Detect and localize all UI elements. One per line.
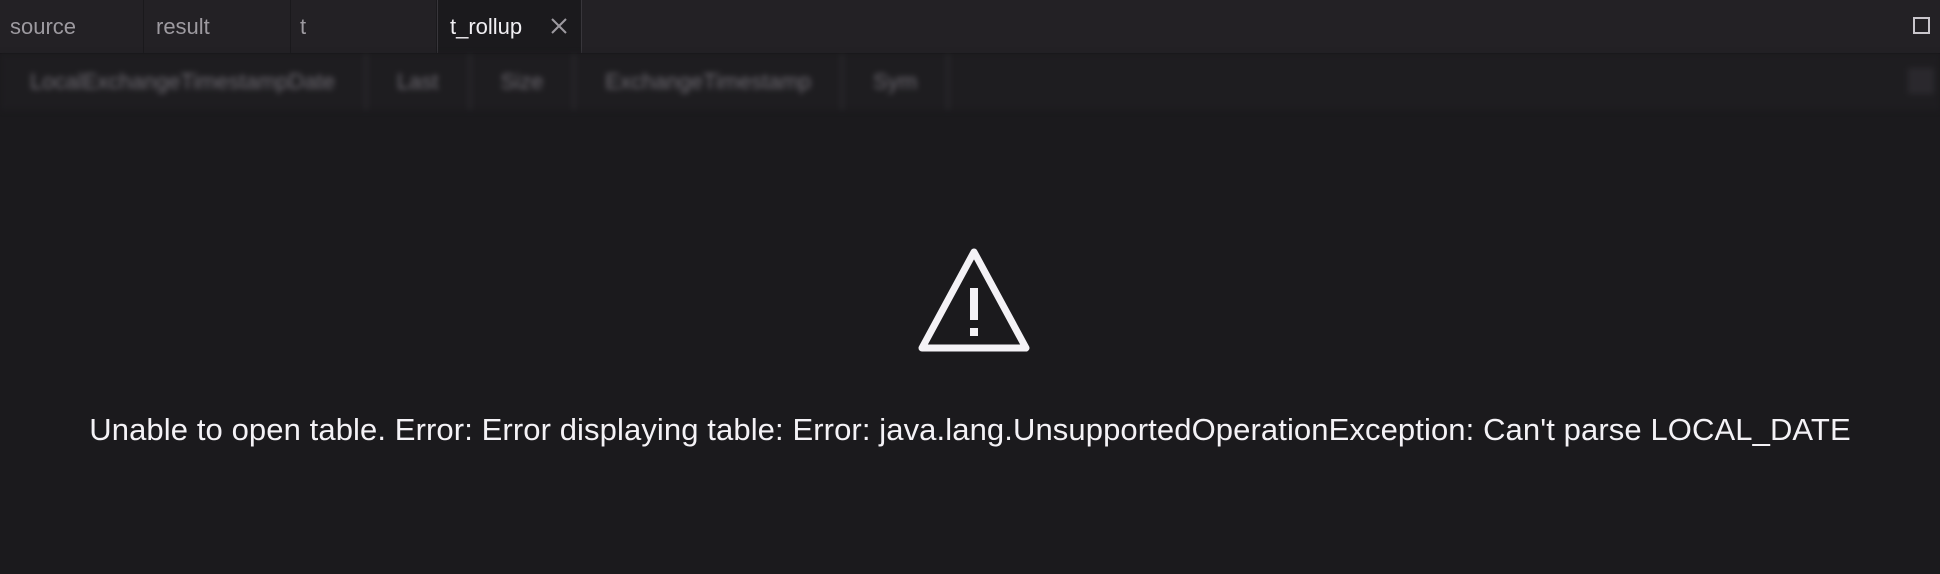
tab-label: t — [300, 13, 307, 39]
tab-label: source — [10, 13, 77, 39]
tab-source[interactable]: source — [0, 0, 144, 53]
column-header: ExchangeTimestamp — [575, 54, 844, 110]
maximize-icon[interactable] — [1913, 17, 1930, 34]
error-message: Unable to open table. Error: Error displ… — [89, 412, 1851, 447]
table-menu-icon — [1908, 68, 1934, 94]
tab-bar: source result t t_rollup — [0, 0, 1940, 54]
tab-label: t_rollup — [450, 13, 523, 39]
tab-t[interactable]: t — [291, 0, 437, 53]
tab-label: result — [156, 13, 210, 39]
column-header: Sym — [843, 54, 950, 110]
column-header: LocalExchangeTimestampDate — [0, 54, 367, 110]
tab-result[interactable]: result — [144, 0, 291, 53]
column-header: Last — [367, 54, 471, 110]
column-header: Size — [471, 54, 576, 110]
column-header-row: LocalExchangeTimestampDate Last Size Exc… — [0, 54, 1940, 110]
table-panel: source result t t_rollup LocalExchangeTi… — [0, 0, 1940, 574]
warning-icon — [918, 248, 1030, 352]
tab-t-rollup[interactable]: t_rollup — [437, 0, 582, 53]
close-icon[interactable] — [547, 14, 571, 38]
